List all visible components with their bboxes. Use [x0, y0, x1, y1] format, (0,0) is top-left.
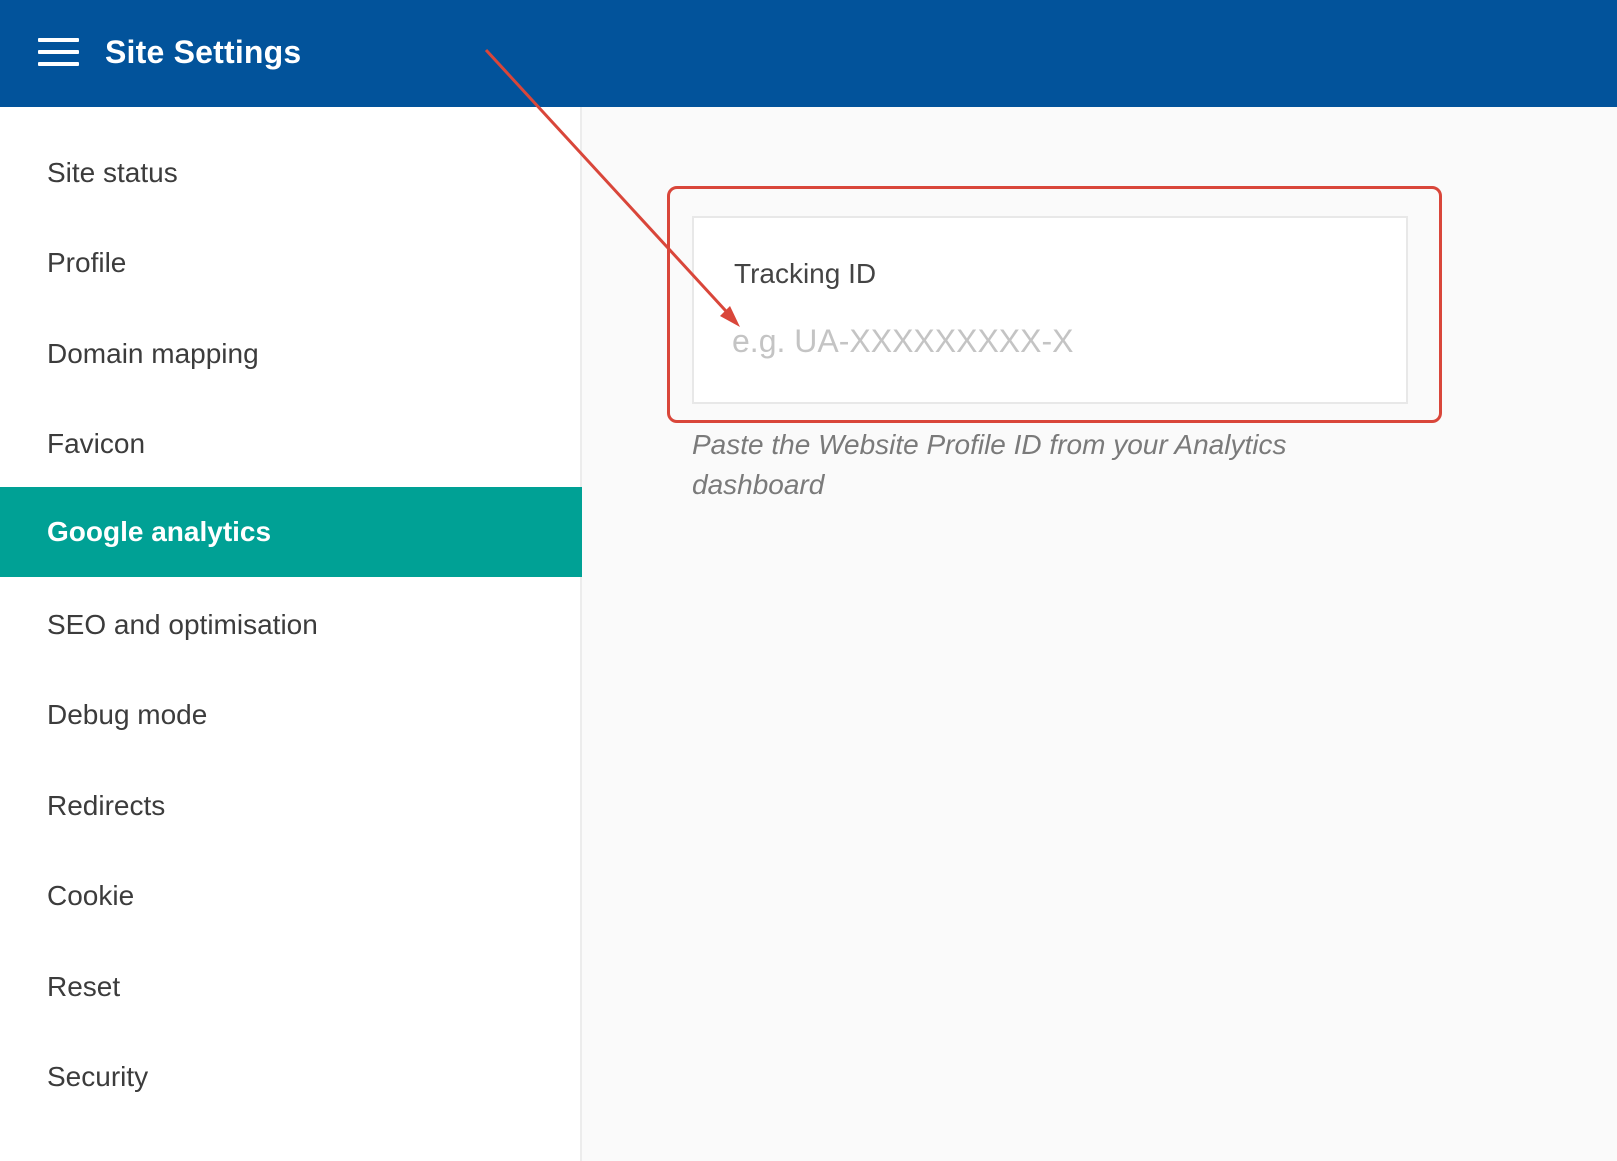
- sidebar-item-site-status[interactable]: Site status: [0, 128, 582, 218]
- sidebar-item-seo-and-optimisation[interactable]: SEO and optimisation: [0, 580, 582, 670]
- app-header: Site Settings: [0, 0, 1617, 107]
- sidebar-item-debug-mode[interactable]: Debug mode: [0, 670, 582, 760]
- sidebar-item-domain-mapping[interactable]: Domain mapping: [0, 309, 582, 399]
- sidebar-item-google-analytics[interactable]: Google analytics: [0, 487, 582, 577]
- sidebar-item-profile[interactable]: Profile: [0, 218, 582, 308]
- tracking-id-help-text: Paste the Website Profile ID from your A…: [692, 429, 1287, 500]
- annotation-highlight-box: [667, 186, 1442, 423]
- hamburger-icon[interactable]: [38, 38, 79, 66]
- settings-sidebar: Site status Profile Domain mapping Favic…: [0, 107, 582, 1161]
- sidebar-item-security[interactable]: Security: [0, 1032, 582, 1122]
- sidebar-item-reset[interactable]: Reset: [0, 942, 582, 1032]
- page-title: Site Settings: [105, 34, 302, 70]
- sidebar-item-cookie[interactable]: Cookie: [0, 851, 582, 941]
- sidebar-item-favicon[interactable]: Favicon: [0, 399, 582, 489]
- sidebar-item-redirects[interactable]: Redirects: [0, 761, 582, 851]
